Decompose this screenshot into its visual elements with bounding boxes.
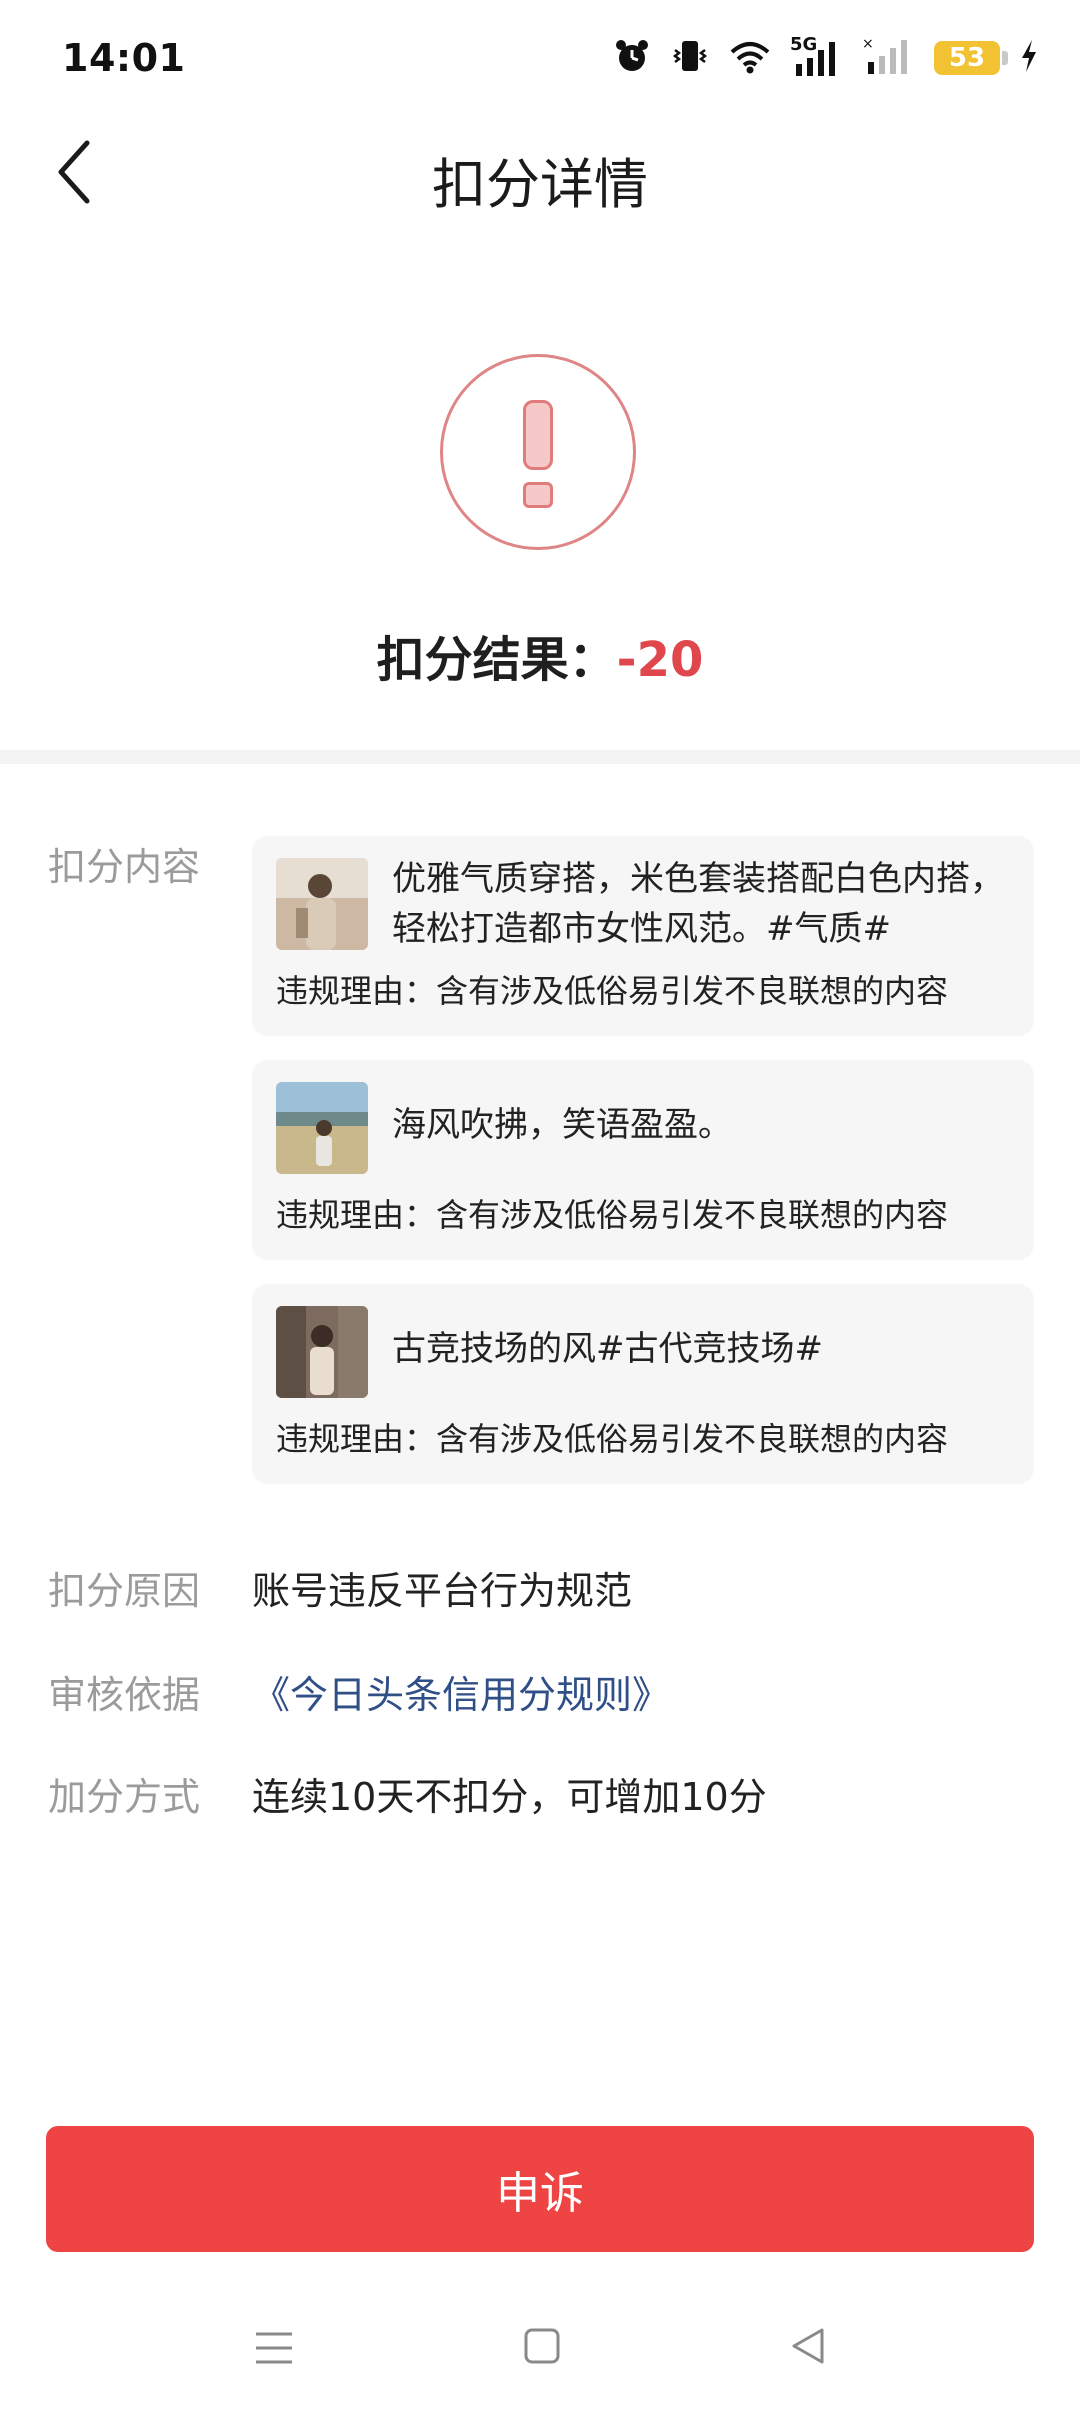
battery-icon: 53 [934, 41, 1008, 75]
violation-reason: 违规理由：含有涉及低俗易引发不良联想的内容 [276, 972, 949, 1010]
result-score: -20 [616, 632, 704, 688]
bonus-label: 加分方式 [48, 1775, 201, 1819]
vibrate-icon [670, 36, 710, 80]
content-label: 扣分内容 [48, 845, 201, 889]
deduction-result: 扣分结果： -20 [0, 620, 1080, 690]
status-time: 14:01 [62, 36, 186, 80]
photo-thumbnail [276, 858, 368, 950]
menu-icon[interactable] [252, 2326, 296, 2370]
content-text: 古竞技场的风#古代竞技场# [392, 1329, 823, 1369]
exclamation-bar [523, 400, 553, 470]
reason-value: 账号违反平台行为规范 [252, 1569, 633, 1613]
home-square-icon[interactable] [522, 2326, 562, 2366]
wifi-icon [728, 36, 772, 80]
svg-text:×: × [862, 36, 874, 52]
violation-reason: 违规理由：含有涉及低俗易引发不良联想的内容 [276, 1196, 949, 1234]
violation-reason: 违规理由：含有涉及低俗易引发不良联想的内容 [276, 1420, 949, 1458]
rules-link[interactable]: 《今日头条信用分规则》 [252, 1664, 670, 1719]
content-card[interactable]: 优雅气质穿搭，米色套装搭配白色内搭，轻松打造都市女性风范。#气质# 违规理由：含… [252, 836, 1034, 1036]
content-text: 海风吹拂，笑语盈盈。 [392, 1105, 732, 1145]
content-text: 优雅气质穿搭，米色套装搭配白色内搭，轻松打造都市女性风范。#气质# [392, 859, 1004, 949]
page-title: 扣分详情 [432, 153, 648, 216]
section-divider [0, 750, 1080, 764]
exclamation-dot [523, 482, 553, 508]
battery-level: 53 [948, 43, 986, 73]
photo-thumbnail [276, 1082, 368, 1174]
basis-label: 审核依据 [48, 1673, 201, 1717]
result-label: 扣分结果： [376, 632, 617, 688]
charging-icon [1018, 36, 1040, 80]
content-card[interactable]: 古竞技场的风#古代竞技场# 违规理由：含有涉及低俗易引发不良联想的内容 [252, 1284, 1034, 1484]
back-triangle-icon[interactable] [788, 2324, 828, 2368]
cellular-icon: × [862, 36, 916, 80]
alarm-icon [612, 36, 652, 80]
photo-thumbnail [276, 1306, 368, 1398]
appeal-button[interactable]: 申诉 [46, 2126, 1034, 2252]
cellular-5g-icon: 5G [790, 34, 844, 78]
content-card[interactable]: 海风吹拂，笑语盈盈。 违规理由：含有涉及低俗易引发不良联想的内容 [252, 1060, 1034, 1260]
status-icons: 5G × 53 [612, 34, 1040, 80]
bonus-value: 连续10天不扣分，可增加10分 [252, 1775, 767, 1819]
reason-label: 扣分原因 [48, 1569, 201, 1613]
